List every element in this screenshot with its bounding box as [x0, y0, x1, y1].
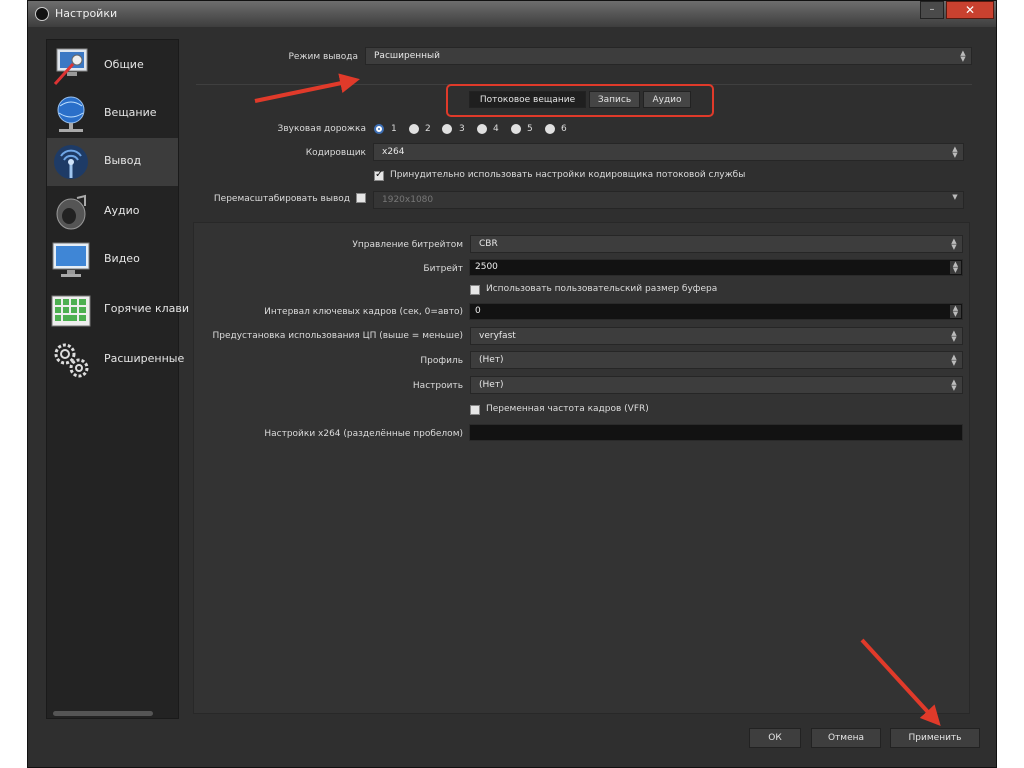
annotation-arrow-output-mode — [254, 73, 360, 103]
annotation-arrows — [254, 73, 941, 726]
annotation-arrow-apply — [860, 638, 941, 726]
